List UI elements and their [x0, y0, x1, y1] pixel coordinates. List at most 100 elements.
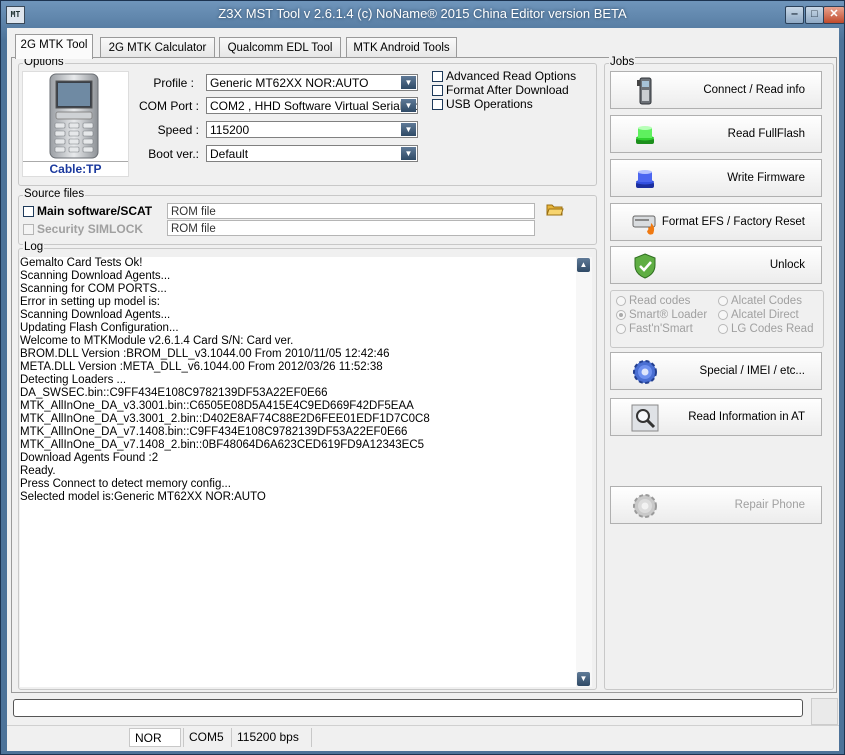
boot-ver-select[interactable]: Default ▼	[206, 145, 418, 162]
chevron-down-icon: ▼	[401, 76, 416, 89]
special-imei-button[interactable]: Special / IMEI / etc...	[610, 352, 822, 390]
progress-bar	[13, 699, 803, 717]
drive-fire-icon	[632, 215, 656, 235]
advanced-read-options-checkbox[interactable]: Advanced Read Options	[432, 69, 576, 83]
lg-codes-read-radio[interactable]: LG Codes Read	[718, 323, 813, 335]
checkbox-label: Advanced Read Options	[446, 69, 577, 83]
status-mode: NOR	[129, 728, 181, 747]
log-line: Press Connect to detect memory config...	[20, 478, 231, 490]
close-button[interactable]: ✕	[823, 6, 845, 24]
green-chip-icon	[636, 126, 654, 144]
log-line: BROM.DLL Version :BROM_DLL_v3.1044.00 Fr…	[20, 348, 390, 360]
checkbox-box	[432, 84, 443, 96]
button-label: Write Firmware	[727, 172, 805, 184]
source-files-group: Source files Main software/SCAT ROM file…	[18, 188, 597, 245]
button-label: Format EFS / Factory Reset	[661, 216, 805, 228]
jobs-label: Jobs	[609, 56, 636, 68]
profile-label: Profile :	[153, 76, 194, 90]
folder-open-icon[interactable]	[546, 201, 564, 220]
profile-value: Generic MT62XX NOR:AUTO	[210, 76, 369, 90]
radio-dot	[718, 310, 728, 320]
log-line: Updating Flash Configuration...	[20, 322, 179, 334]
read-codes-radio[interactable]: Read codes	[616, 295, 690, 307]
format-efs-factory-reset-button[interactable]: Format EFS / Factory Reset	[610, 203, 822, 241]
tab-2g-mtk-calculator[interactable]: 2G MTK Calculator	[100, 37, 215, 58]
alcatel-codes-radio[interactable]: Alcatel Codes	[718, 295, 802, 307]
read-information-in-at-button[interactable]: Read Information in AT	[610, 398, 822, 436]
log-scrollbar[interactable]: ▲ ▼	[576, 257, 592, 687]
main-software-checkbox[interactable]: Main software/SCAT	[23, 204, 152, 218]
speed-value: 115200	[210, 123, 250, 137]
phone-image-icon	[49, 73, 99, 159]
connect-read-info-button[interactable]: Connect / Read info	[610, 71, 822, 109]
scroll-down-icon[interactable]: ▼	[577, 672, 590, 686]
tab-panel: Options Cable:TP Profile: Generic MT62X…	[11, 56, 837, 693]
log-line: MTK_AllInOne_DA_v3.3001.bin::C6505E08D5A…	[20, 400, 414, 412]
radio-label: Alcatel Codes	[731, 295, 802, 307]
write-firmware-button[interactable]: Write Firmware	[610, 159, 822, 197]
checkbox-label: USB Operations	[446, 97, 533, 111]
scroll-up-icon[interactable]: ▲	[577, 258, 590, 272]
smart-loader-radio[interactable]: Smart® Loader	[616, 309, 707, 321]
speed-label: Speed :	[157, 123, 199, 137]
log-output[interactable]: Gemalto Card Tests Ok! Scanning Download…	[20, 257, 576, 687]
tab-mtk-android-tools[interactable]: MTK Android Tools	[346, 37, 457, 58]
radio-dot	[718, 324, 728, 334]
tab-2g-mtk-tool[interactable]: 2G MTK Tool	[15, 34, 93, 59]
tab-qualcomm-edl-tool[interactable]: Qualcomm EDL Tool	[219, 37, 341, 58]
alcatel-direct-radio[interactable]: Alcatel Direct	[718, 309, 799, 321]
chevron-down-icon: ▼	[401, 123, 416, 136]
security-simlock-checkbox[interactable]: Security SIMLOCK	[23, 222, 143, 236]
log-line: Download Agents Found :2	[20, 452, 159, 464]
log-line: DA_SWSEC.bin::C9FF434E108C9782139DF53A22…	[20, 387, 328, 399]
log-line: Scanning Download Agents...	[20, 270, 171, 282]
radio-label: Read codes	[629, 295, 691, 307]
radio-dot	[616, 324, 626, 334]
format-after-download-checkbox[interactable]: Format After Download	[432, 83, 569, 97]
button-label: Special / IMEI / etc...	[699, 365, 805, 377]
com-port-value: COM2 , HHD Software Virtual Serial Port	[210, 99, 418, 113]
radio-label: Fast'n'Smart	[629, 323, 693, 335]
checkbox-box	[432, 70, 443, 82]
minimize-button[interactable]: ‒	[785, 6, 804, 24]
jobs-group: Jobs Connect / Read info Read FullFlash …	[604, 56, 834, 690]
checkbox-box	[23, 223, 34, 235]
log-line: MTK_AllInOne_DA_v7.1408.bin::C9FF434E108…	[20, 426, 408, 438]
log-group: Log Gemalto Card Tests Ok! Scanning Down…	[18, 241, 597, 690]
source-files-label: Source files	[23, 188, 86, 200]
button-label: Read FullFlash	[727, 128, 805, 140]
checkbox-label: Main software/SCAT	[37, 204, 153, 218]
radio-dot	[616, 296, 626, 306]
unlock-button[interactable]: Unlock	[610, 246, 822, 284]
checkbox-box	[23, 205, 34, 217]
maximize-button[interactable]: □	[805, 6, 824, 24]
mobile-phone-icon	[637, 77, 652, 105]
status-port: COM5	[183, 728, 229, 747]
log-line: Error in setting up model is:	[20, 296, 160, 308]
read-fullflash-button[interactable]: Read FullFlash	[610, 115, 822, 153]
status-message	[311, 728, 831, 747]
main-software-field[interactable]: ROM file	[167, 203, 535, 219]
title-bar[interactable]: MT Z3X MST Tool v 2.6.1.4 (c) NoName® 20…	[1, 1, 845, 27]
status-bar: NOR COM5 115200 bps	[7, 725, 839, 751]
repair-phone-button[interactable]: Repair Phone	[610, 486, 822, 524]
chevron-down-icon: ▼	[401, 147, 416, 160]
blue-chip-icon	[636, 170, 654, 188]
speed-select[interactable]: 115200 ▼	[206, 121, 418, 138]
com-port-label: COM Port :	[138, 99, 199, 113]
com-port-select[interactable]: COM2 , HHD Software Virtual Serial Port …	[206, 97, 418, 114]
cable-label: Cable:TP	[23, 161, 128, 176]
profile-select[interactable]: Generic MT62XX NOR:AUTO ▼	[206, 74, 418, 91]
log-line: META.DLL Version :META_DLL_v6.1044.00 Fr…	[20, 361, 383, 373]
radio-label: Smart® Loader	[629, 309, 708, 321]
security-simlock-field[interactable]: ROM file	[167, 220, 535, 236]
log-line: MTK_AllInOne_DA_v3.3001_2.bin::D402E8AF7…	[20, 413, 430, 425]
checkbox-label: Format After Download	[446, 83, 569, 97]
usb-operations-checkbox[interactable]: USB Operations	[432, 97, 533, 111]
log-line: Welcome to MTKModule v2.6.1.4 Card S/N: …	[20, 335, 294, 347]
fast-n-smart-radio[interactable]: Fast'n'Smart	[616, 323, 693, 335]
button-label: Unlock	[769, 259, 805, 271]
window-title: Z3X MST Tool v 2.6.1.4 (c) NoName® 2015 …	[218, 6, 627, 21]
codes-options-group: Read codes Smart® Loader Fast'n'Smart Al…	[610, 290, 824, 348]
log-line: Detecting Loaders ...	[20, 374, 127, 386]
